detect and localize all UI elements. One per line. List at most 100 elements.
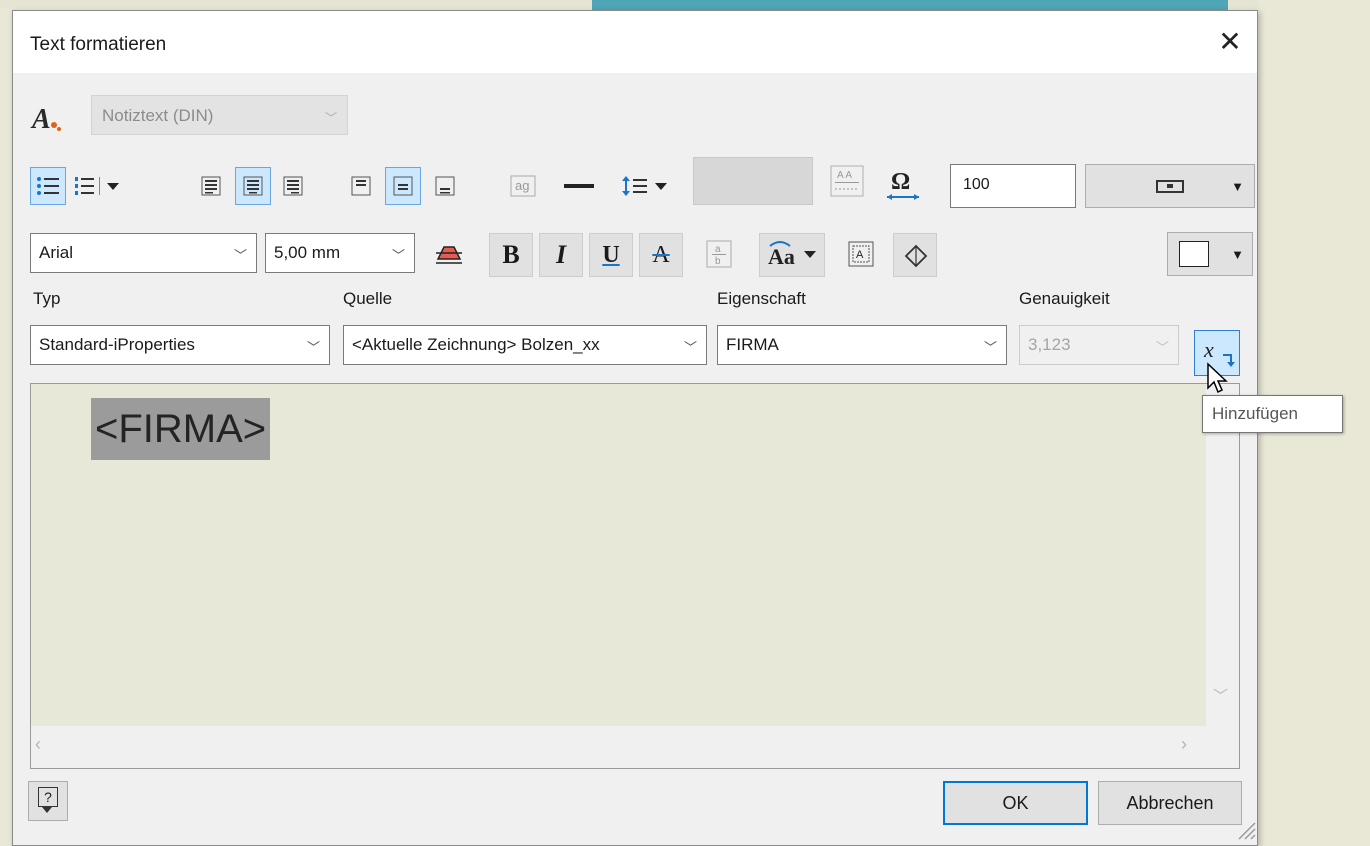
chevron-down-icon: ﹀ xyxy=(324,111,337,125)
eigenschaft-select[interactable]: FIRMA ﹀ xyxy=(717,325,1007,365)
case-change-icon: Aa xyxy=(768,241,816,269)
border-icon xyxy=(1179,241,1209,267)
text-editor[interactable]: <FIRMA> ﹀ ‹ › xyxy=(30,383,1240,769)
stack-fraction-icon: ab xyxy=(706,240,732,268)
valign-top-icon xyxy=(351,176,371,196)
label-quelle: Quelle xyxy=(343,289,393,308)
help-button[interactable]: ? xyxy=(28,781,68,821)
paint-bucket-icon xyxy=(904,244,928,268)
border-dropdown[interactable]: ▼ xyxy=(1167,232,1253,276)
svg-text:A A: A A xyxy=(837,170,852,181)
svg-text:b: b xyxy=(715,256,721,267)
eigenschaft-value: FIRMA xyxy=(726,335,779,354)
chevron-down-icon: ﹀ xyxy=(391,248,405,263)
line-icon xyxy=(564,184,594,188)
underline-button[interactable]: U xyxy=(589,233,633,277)
svg-text:Aa: Aa xyxy=(768,244,795,269)
stack-fraction-button[interactable]: ab xyxy=(699,235,739,273)
italic-label: I xyxy=(555,240,567,269)
horizontal-scrollbar[interactable]: ‹ › xyxy=(31,726,1239,768)
valign-middle-icon xyxy=(393,176,413,196)
editor-text-area[interactable]: <FIRMA> xyxy=(31,384,1206,726)
valign-middle-button[interactable] xyxy=(385,167,421,205)
strikethrough-button[interactable]: A xyxy=(639,233,683,277)
svg-text:ag: ag xyxy=(515,178,529,193)
text-mask-icon: ag xyxy=(510,175,536,197)
bold-label: B xyxy=(502,240,520,269)
align-right-button[interactable] xyxy=(275,167,311,205)
genauigkeit-select: 3,123 ﹀ xyxy=(1019,325,1179,365)
width-factor-button[interactable]: Ω xyxy=(881,167,925,205)
scroll-right-icon[interactable]: › xyxy=(1181,734,1187,755)
line-spacing-icon xyxy=(622,176,667,196)
font-size-value: 5,00 mm xyxy=(274,243,341,262)
resize-grip-icon[interactable] xyxy=(1235,819,1257,841)
font-size-select[interactable]: 5,00 mm ﹀ xyxy=(265,233,415,273)
align-center-button[interactable] xyxy=(235,167,271,205)
width-factor-icon: Ω xyxy=(887,169,919,200)
help-icon: ? xyxy=(38,787,58,813)
bullet-list-button[interactable] xyxy=(30,167,66,205)
text-color-button[interactable] xyxy=(427,235,471,273)
svg-text:a: a xyxy=(715,244,721,255)
italic-button[interactable]: I xyxy=(539,233,583,277)
color-field[interactable] xyxy=(693,157,813,205)
quelle-select[interactable]: <Aktuelle Zeichnung> Bolzen_xx ﹀ xyxy=(343,325,707,365)
align-left-icon xyxy=(201,176,221,196)
stack-button[interactable]: A A xyxy=(825,159,869,203)
chevron-down-icon: ﹀ xyxy=(306,340,320,355)
text-style-icon[interactable]: A xyxy=(30,101,64,135)
chevron-down-icon: ﹀ xyxy=(233,248,247,263)
align-center-icon xyxy=(243,176,263,196)
stack-icon: A A xyxy=(830,165,864,197)
chevron-down-icon: ﹀ xyxy=(983,340,997,355)
genauigkeit-value: 3,123 xyxy=(1028,335,1071,354)
frame-style-icon xyxy=(1156,180,1184,193)
vertical-scrollbar[interactable]: ﹀ xyxy=(1206,384,1239,726)
fill-button[interactable] xyxy=(893,233,937,277)
background-window-tiles xyxy=(592,0,1228,10)
chevron-down-icon: ﹀ xyxy=(1155,340,1169,355)
line-spacing-button[interactable] xyxy=(617,167,677,205)
scroll-down-icon[interactable]: ﹀ xyxy=(1213,685,1228,706)
svg-text:x: x xyxy=(1203,337,1214,362)
text-mask-button[interactable]: ag xyxy=(505,167,541,205)
tooltip: Hinzufügen xyxy=(1202,395,1343,433)
bullet-list-icon xyxy=(37,177,59,195)
valign-bottom-button[interactable] xyxy=(427,167,463,205)
text-style-value: Notiztext (DIN) xyxy=(102,106,214,125)
close-icon[interactable]: ✕ xyxy=(1213,25,1247,59)
bold-button[interactable]: B xyxy=(489,233,533,277)
typ-value: Standard-iProperties xyxy=(39,335,195,354)
align-left-button[interactable] xyxy=(193,167,229,205)
width-factor-input[interactable]: 100 xyxy=(950,164,1076,208)
svg-text:A: A xyxy=(856,249,864,261)
typ-select[interactable]: Standard-iProperties ﹀ xyxy=(30,325,330,365)
case-change-button[interactable]: Aa xyxy=(759,233,825,277)
selected-property-text[interactable]: <FIRMA> xyxy=(91,398,271,460)
text-style-select[interactable]: Notiztext (DIN) ﹀ xyxy=(91,95,348,135)
width-factor-value: 100 xyxy=(963,176,990,193)
insert-symbol-button[interactable]: A xyxy=(839,235,883,273)
title-bar: Text formatieren ✕ xyxy=(13,11,1257,73)
chevron-down-icon: ﹀ xyxy=(683,340,697,355)
label-genauigkeit: Genauigkeit xyxy=(1019,289,1110,308)
font-select[interactable]: Arial ﹀ xyxy=(30,233,257,273)
frame-style-dropdown[interactable]: ▼ xyxy=(1085,164,1255,208)
numbered-list-button[interactable] xyxy=(71,167,131,205)
dropdown-arrow-icon: ▼ xyxy=(1231,247,1244,262)
mouse-cursor-icon xyxy=(1207,362,1228,394)
line-button[interactable] xyxy=(557,167,601,205)
ok-button[interactable]: OK xyxy=(943,781,1088,825)
font-value: Arial xyxy=(39,243,74,262)
dialog-title: Text formatieren xyxy=(30,34,167,55)
underline-label: U xyxy=(602,241,620,268)
svg-text:Ω: Ω xyxy=(891,169,910,195)
insert-symbol-icon: A xyxy=(848,241,874,267)
scroll-left-icon[interactable]: ‹ xyxy=(35,734,41,755)
align-right-icon xyxy=(283,176,303,196)
valign-top-button[interactable] xyxy=(343,167,379,205)
cancel-button[interactable]: Abbrechen xyxy=(1098,781,1242,825)
numbered-list-icon xyxy=(75,177,119,195)
label-typ: Typ xyxy=(33,289,61,308)
